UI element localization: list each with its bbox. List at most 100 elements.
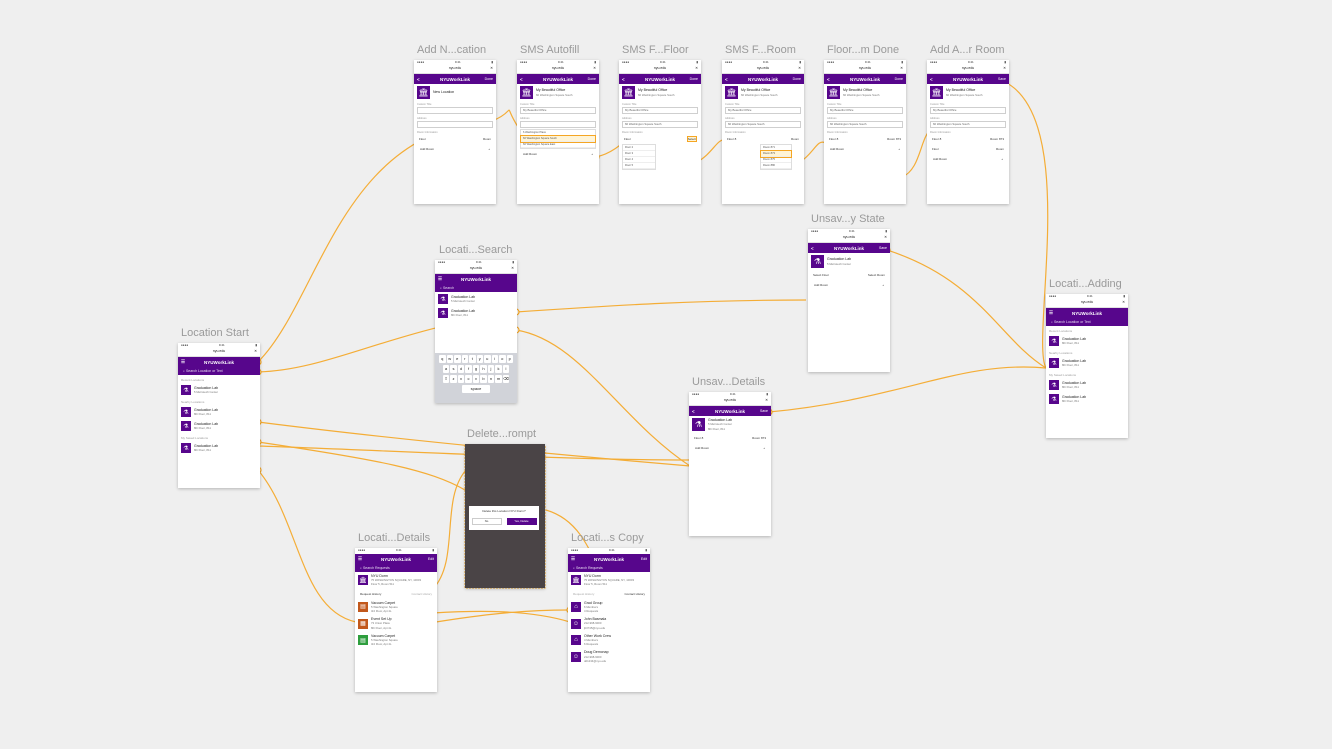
floor-option[interactable]: Floor 5: [623, 163, 655, 169]
screen-location-search[interactable]: ●●●● 9:41 ▮ nyu.edu ✕ ☰ NYUWorkLink ⌕ Search…: [435, 260, 517, 403]
add-room-button[interactable]: Add Room +: [927, 154, 1009, 164]
menu-icon[interactable]: ☰: [571, 556, 575, 562]
back-icon[interactable]: <: [692, 409, 695, 414]
custom-title-input[interactable]: My Beautiful Office: [622, 107, 698, 114]
screen-location-details[interactable]: ●●●● 9:41 ▮ ☰ NYUWorkLink Edit ⌕ Search Requ…: [355, 548, 437, 692]
search-input[interactable]: ⌕ Search Location or Text: [178, 367, 260, 375]
custom-title-input[interactable]: [417, 107, 493, 114]
list-item[interactable]: ⚗ Graduation Lab 8th Floor, 811: [1046, 334, 1128, 348]
address-input[interactable]: 60 Washington Square South: [930, 121, 1006, 128]
list-item[interactable]: ⚗ Graduation Lab 8th Floor, 811: [435, 306, 517, 320]
list-item[interactable]: ▦ Event Set Up 73 Union Place 8th Floor, Ap…: [355, 615, 437, 632]
address-input[interactable]: 60 Washington Square South: [725, 121, 801, 128]
screen-sms-floor[interactable]: ●●●● 9:41 ▮ nyu.edu ✕ < NYUWorkLink Done 🏛 My …: [619, 60, 701, 204]
done-button[interactable]: Done: [485, 77, 493, 81]
floor-room-selectors-2[interactable]: Floor Room: [927, 144, 1009, 154]
close-icon[interactable]: ✕: [511, 266, 514, 270]
menu-icon[interactable]: ☰: [1049, 310, 1053, 316]
close-icon[interactable]: ✕: [695, 66, 698, 70]
screen-delete-prompt[interactable]: Delete this Location NYU Dorm? No Yes, D…: [465, 444, 545, 588]
screen-add-another-room[interactable]: ●●●● 9:41 ▮ nyu.edu ✕ < NYUWorkLink Save 🏛 My …: [927, 60, 1009, 204]
screen-location-adding[interactable]: ●●●● 9:41 ▮ nyu.edu ✕ ☰ NYUWorkLink ⌕ Search…: [1046, 294, 1128, 438]
list-item[interactable]: ☺ John Basmala 212-998-9000 jb3745@nyu.edu: [568, 615, 650, 632]
done-button[interactable]: Done: [690, 77, 698, 81]
list-item[interactable]: ▤ Vacuum Carpet 5 Washington Square 3rd Flo…: [355, 632, 437, 649]
screen-unsaved-details[interactable]: ●●●● 9:41 ▮ nyu.edu ✕ < NYUWorkLink Save ⚗ Gra…: [689, 392, 771, 536]
menu-icon[interactable]: ☰: [438, 276, 442, 282]
tab-request-history[interactable]: Request History: [573, 592, 594, 596]
screen-location-start[interactable]: ●●●● 9:41 ▮ nyu.edu ✕ ☰ NYUWorkLink ⌕ Search…: [178, 343, 260, 488]
save-button[interactable]: Save: [879, 246, 887, 250]
add-room-button[interactable]: Add Room +: [824, 144, 906, 154]
list-item[interactable]: ⌂ Other Work Crew 4 Members 6 Requests: [568, 632, 650, 649]
back-icon[interactable]: <: [622, 77, 625, 82]
back-icon[interactable]: <: [520, 77, 523, 82]
history-tabs[interactable]: Request History Contact History: [355, 589, 437, 599]
search-input[interactable]: ⌕ Search Location or Text: [1046, 318, 1128, 326]
close-icon[interactable]: ✕: [1122, 300, 1125, 304]
floor-room-selectors[interactable]: Floor Select: [619, 134, 701, 144]
menu-icon[interactable]: ☰: [358, 556, 362, 562]
autofill-dropdown[interactable]: 6 Washington Place 60 Washington Square …: [520, 129, 596, 149]
list-item[interactable]: ⚗ Graduation Lab 8th Floor, 811: [1046, 378, 1128, 392]
back-icon[interactable]: <: [827, 77, 830, 82]
custom-title-input[interactable]: My Beautiful Office: [827, 107, 903, 114]
close-icon[interactable]: ✕: [798, 66, 801, 70]
close-icon[interactable]: ✕: [900, 66, 903, 70]
add-room-button[interactable]: Add Room +: [517, 149, 599, 159]
search-input[interactable]: ⌕ Search Requests: [355, 564, 437, 572]
list-item[interactable]: ⚗ Graduation Lab 5 Metrotech Center: [435, 292, 517, 306]
screen-floor-room-done[interactable]: ●●●● 9:41 ▮ nyu.edu ✕ < NYUWorkLink Done 🏛 My …: [824, 60, 906, 204]
tab-request-history[interactable]: Request History: [360, 592, 381, 596]
back-icon[interactable]: <: [811, 246, 814, 251]
done-button[interactable]: Done: [793, 77, 801, 81]
menu-icon[interactable]: ☰: [181, 359, 185, 365]
screen-sms-room[interactable]: ●●●● 9:41 ▮ nyu.edu ✕ < NYUWorkLink Done 🏛 My …: [722, 60, 804, 204]
edit-button[interactable]: Edit: [641, 557, 647, 561]
floor-room-selectors[interactable]: Floor 8 Room 873: [689, 433, 771, 443]
tab-contact-history[interactable]: Contact History: [624, 592, 645, 596]
list-item[interactable]: ⚗ Graduation Lab 5 Metrotech Center: [178, 383, 260, 397]
list-item[interactable]: ⚗ Graduation Lab 8th Floor, 811: [1046, 356, 1128, 370]
room-dropdown[interactable]: Room 871 Room 873 Room 875 Room 880: [760, 144, 792, 170]
tab-contact-history[interactable]: Contact History: [411, 592, 432, 596]
back-icon[interactable]: <: [930, 77, 933, 82]
list-item[interactable]: ⚗ Graduation Lab 8th Floor, 811: [1046, 392, 1128, 406]
custom-title-input[interactable]: My Beautiful Office: [520, 107, 596, 114]
back-icon[interactable]: <: [417, 77, 420, 82]
close-icon[interactable]: ✕: [254, 349, 257, 353]
floor-room-selectors[interactable]: Floor 8 Room 873: [927, 134, 1009, 144]
floor-room-selectors[interactable]: Floor 8 Room: [722, 134, 804, 144]
room-option[interactable]: Room 880: [761, 163, 791, 169]
address-input[interactable]: [520, 121, 596, 128]
done-button[interactable]: Done: [895, 77, 903, 81]
address-input[interactable]: 60 Washington Square South: [622, 121, 698, 128]
keyboard[interactable]: qwertyuiop asdfghjkl ⇧ z x c v b n m ⌫ space: [435, 353, 517, 403]
close-icon[interactable]: ✕: [1003, 66, 1006, 70]
search-input[interactable]: ⌕ Search Requests: [568, 564, 650, 572]
save-button[interactable]: Save: [760, 409, 768, 413]
edit-button[interactable]: Edit: [428, 557, 434, 561]
close-icon[interactable]: ✕: [593, 66, 596, 70]
screen-add-new-location[interactable]: ●●●● 9:41 ▮ nyu.edu ✕ < NYUWorkLink Done 🏛 New…: [414, 60, 496, 204]
autofill-option[interactable]: 60 Washington Square East: [521, 142, 595, 148]
cancel-button[interactable]: No: [471, 518, 502, 525]
list-item[interactable]: ⚗ Graduation Lab 8th Floor, 811: [178, 419, 260, 433]
search-input[interactable]: ⌕ Search: [435, 284, 517, 292]
screen-unsaved-state[interactable]: ●●●● 9:41 ▮ nyu.edu ✕ < NYUWorkLink Save ⚗ Gra…: [808, 229, 890, 372]
close-icon[interactable]: ✕: [765, 398, 768, 402]
list-item[interactable]: ☺ Doug Demonap 212-998-9000 dd1234@nyu.edu: [568, 648, 650, 665]
screen-sms-autofill[interactable]: ●●●● 9:41 ▮ nyu.edu ✕ < NYUWorkLink Done 🏛 My …: [517, 60, 599, 204]
history-tabs[interactable]: Request History Contact History: [568, 589, 650, 599]
close-icon[interactable]: ✕: [884, 235, 887, 239]
floor-room-selectors[interactable]: Select Floor Select Room: [808, 270, 890, 280]
screen-location-details-copy[interactable]: ●●●● 9:41 ▮ ☰ NYUWorkLink Edit ⌕ Search Requ…: [568, 548, 650, 692]
close-icon[interactable]: ✕: [490, 66, 493, 70]
done-button[interactable]: Done: [588, 77, 596, 81]
list-item[interactable]: ⚗ Graduation Lab 8th Floor, 811: [178, 441, 260, 455]
list-item[interactable]: ⚗ Graduation Lab 8th Floor, 811: [178, 405, 260, 419]
add-room-button[interactable]: Add Room +: [808, 280, 890, 290]
add-room-button[interactable]: Add Room +: [689, 443, 771, 453]
custom-title-input[interactable]: My Beautiful Office: [725, 107, 801, 114]
list-item[interactable]: ▤ Vacuum Carpet 5 Washington Square 3rd Flo…: [355, 599, 437, 616]
